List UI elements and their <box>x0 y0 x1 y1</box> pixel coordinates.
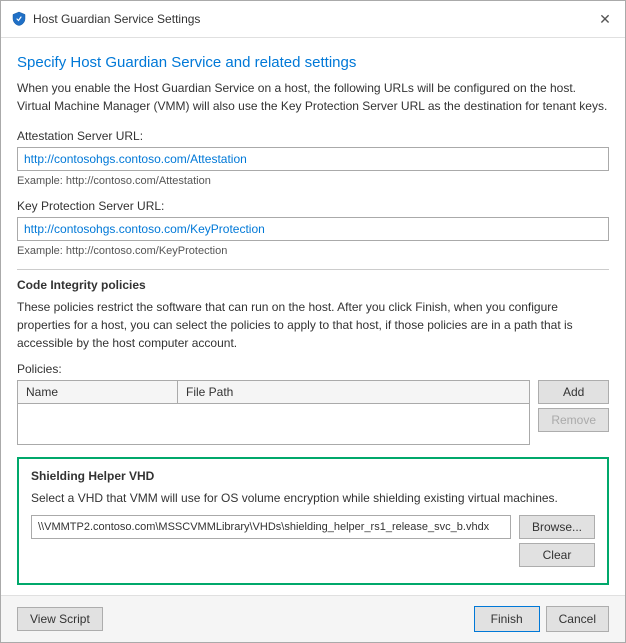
ci-description: These policies restrict the software tha… <box>17 298 609 352</box>
shield-icon <box>11 11 27 27</box>
shielding-section: Shielding Helper VHD Select a VHD that V… <box>17 457 609 585</box>
attestation-example: Example: http://contoso.com/Attestation <box>17 175 609 187</box>
dialog-window: Host Guardian Service Settings ✕ Specify… <box>0 0 626 643</box>
policies-buttons: Add Remove <box>538 380 609 445</box>
table-body <box>18 404 529 444</box>
policies-area: Name File Path Add Remove <box>17 380 609 445</box>
add-button[interactable]: Add <box>538 380 609 404</box>
page-title: Specify Host Guardian Service and relate… <box>17 54 609 71</box>
column-filepath: File Path <box>178 381 241 403</box>
key-protection-input[interactable] <box>17 217 609 241</box>
attestation-input[interactable] <box>17 147 609 171</box>
code-integrity-title: Code Integrity policies <box>17 278 609 292</box>
dialog-content: Specify Host Guardian Service and relate… <box>1 38 625 595</box>
shielding-title: Shielding Helper VHD <box>31 469 595 483</box>
close-button[interactable]: ✕ <box>595 9 615 29</box>
vhd-path-input[interactable] <box>31 515 511 539</box>
title-bar: Host Guardian Service Settings ✕ <box>1 1 625 38</box>
shielding-actions: Browse... Clear <box>519 515 595 567</box>
dialog-footer: View Script Finish Cancel <box>1 595 625 642</box>
column-name: Name <box>18 381 178 403</box>
shielding-input-row: Browse... Clear <box>31 515 595 567</box>
clear-button[interactable]: Clear <box>519 543 595 567</box>
policies-table: Name File Path <box>17 380 530 445</box>
title-bar-text: Host Guardian Service Settings <box>33 12 595 26</box>
key-protection-example: Example: http://contoso.com/KeyProtectio… <box>17 245 609 257</box>
policies-label: Policies: <box>17 362 609 376</box>
browse-button[interactable]: Browse... <box>519 515 595 539</box>
remove-button[interactable]: Remove <box>538 408 609 432</box>
description-text: When you enable the Host Guardian Servic… <box>17 79 609 115</box>
table-header: Name File Path <box>18 381 529 404</box>
attestation-label: Attestation Server URL: <box>17 129 609 143</box>
view-script-button[interactable]: View Script <box>17 607 103 631</box>
key-protection-label: Key Protection Server URL: <box>17 199 609 213</box>
shielding-description: Select a VHD that VMM will use for OS vo… <box>31 489 595 507</box>
divider-1 <box>17 269 609 270</box>
